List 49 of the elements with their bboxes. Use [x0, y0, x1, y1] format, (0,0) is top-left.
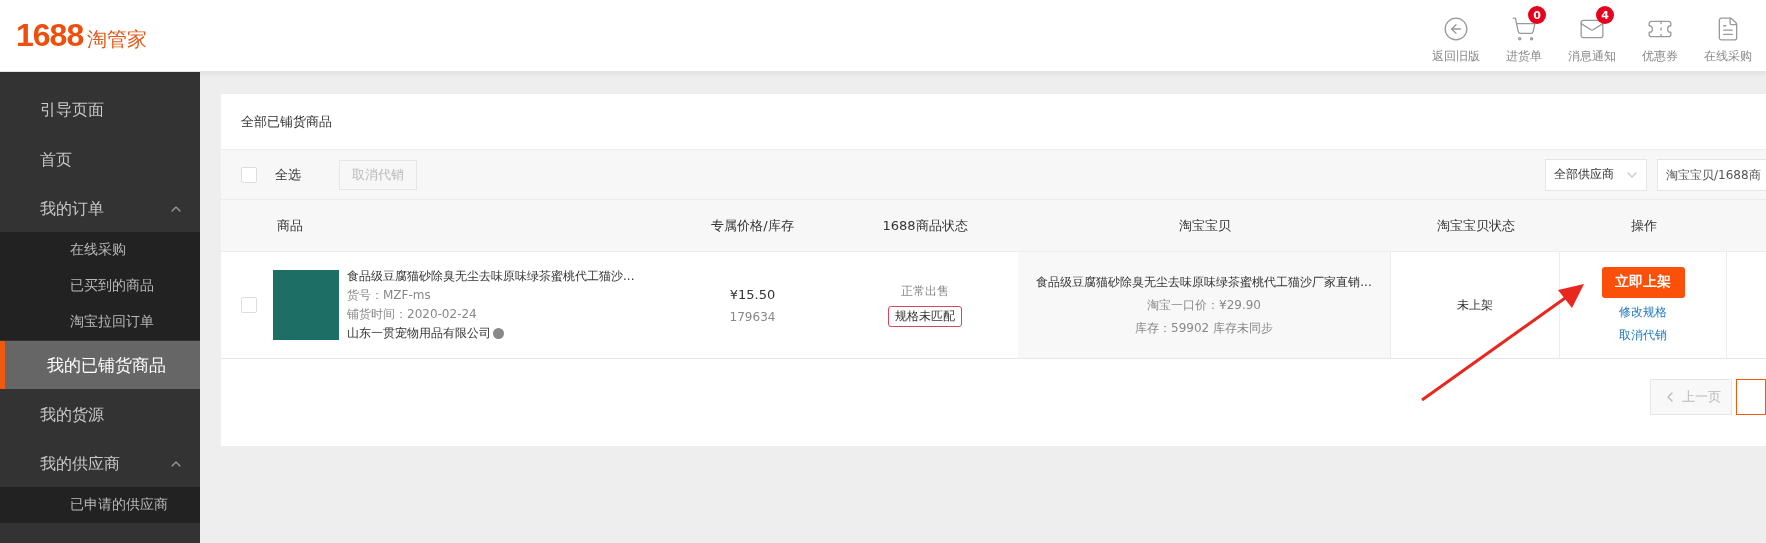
header-action[interactable]: 0 进货单 — [1490, 6, 1558, 65]
checkbox[interactable] — [241, 166, 257, 183]
column-header: 专属价格/库存 — [710, 216, 795, 235]
taobao-item-title[interactable]: 食品级豆腐猫砂除臭无尘去味原味绿茶蜜桃代工猫沙厂家直销... — [1036, 273, 1372, 291]
sidebar-subitem[interactable]: 已买到的商品 — [0, 268, 200, 304]
column-header: 1688商品状态 — [881, 216, 969, 235]
column-header: 商品 — [276, 216, 304, 235]
taobao-status: 未上架 — [1457, 296, 1493, 314]
sidebar-item[interactable]: 我的订单 — [0, 186, 200, 232]
sidebar-subitem[interactable]: 淘宝拉回订单 — [0, 304, 200, 340]
count-badge: 0 — [1528, 6, 1546, 24]
sidebar-item[interactable]: 我的已铺货商品 — [0, 341, 200, 389]
taobao-price: 淘宝一口价：¥29.90 — [1147, 296, 1261, 314]
product-title[interactable]: 食品级豆腐猫砂除臭无尘去味原味绿茶蜜桃代工猫沙... — [347, 268, 635, 285]
checkbox[interactable] — [241, 297, 257, 313]
stock: 179634 — [729, 309, 776, 324]
product-status: 正常出售 — [901, 283, 949, 300]
sidebar-item[interactable]: 引导页面 — [0, 86, 200, 134]
sidebar-subitem[interactable]: 已申请的供应商 — [0, 487, 200, 523]
back-icon — [1443, 16, 1469, 42]
search-field[interactable]: 淘宝宝贝/1688商 — [1657, 158, 1766, 191]
header-action[interactable]: 4 消息通知 — [1558, 6, 1626, 65]
sidebar-subitem[interactable]: 在线采购 — [0, 232, 200, 268]
supplier-name[interactable]: 山东一贯宠物用品有限公司 — [347, 325, 491, 342]
column-header: 操作 — [1629, 216, 1658, 235]
listing-date: 铺货时间：2020-02-24 — [347, 306, 478, 323]
supplier-select[interactable]: 全部供应商 — [1545, 158, 1647, 191]
info-icon — [493, 328, 504, 339]
sidebar-item[interactable]: 我的货源 — [0, 389, 200, 441]
logo-number: 1688 — [16, 17, 84, 54]
action-link[interactable]: 修改规格 — [1619, 303, 1667, 321]
column-header: 淘宝宝贝状态 — [1435, 216, 1516, 235]
sidebar-item[interactable]: 首页 — [0, 134, 200, 186]
taobao-stock: 库存：59902 库存未同步 — [1135, 319, 1273, 337]
column-header: 淘宝宝贝 — [1177, 216, 1232, 235]
page-button[interactable] — [1736, 379, 1766, 415]
logo-name: 淘管家 — [87, 26, 148, 53]
price: ¥15.50 — [729, 286, 776, 302]
count-badge: 4 — [1596, 6, 1614, 24]
action-link[interactable]: 取消代销 — [1619, 326, 1667, 344]
panel-title: 全部已铺货商品 — [241, 112, 332, 131]
header-action[interactable]: 在线采购 — [1694, 6, 1762, 65]
photo-placeholder — [273, 270, 339, 340]
header-action[interactable]: 优惠券 — [1626, 6, 1694, 65]
sidebar-item[interactable]: 我的供应商 — [0, 441, 200, 487]
header-action[interactable]: 返回旧版 — [1422, 6, 1490, 65]
spec-mismatch-tag: 规格未匹配 — [888, 306, 962, 327]
product-sku: 货号：MZF-ms — [347, 287, 432, 304]
select-all-label: 全选 — [275, 165, 301, 184]
